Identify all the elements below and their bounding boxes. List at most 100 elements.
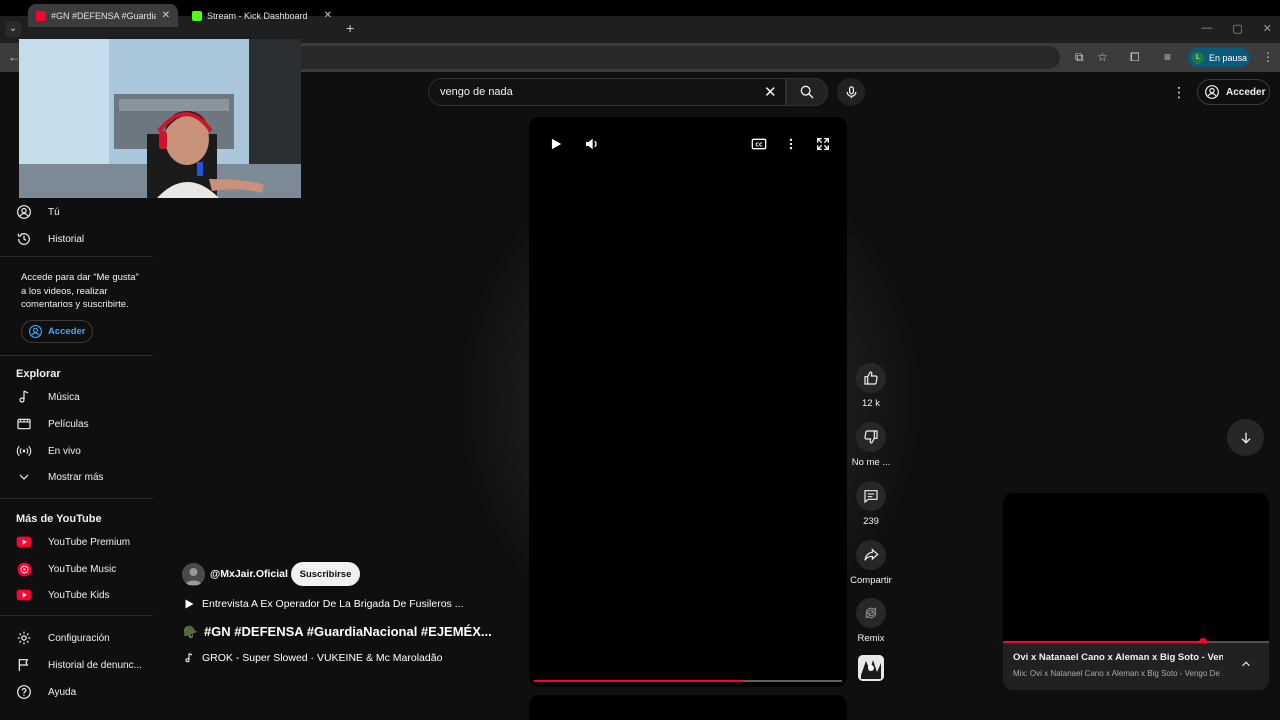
- voice-search-button[interactable]: [837, 78, 865, 106]
- remix-label: Remix: [857, 633, 885, 644]
- user-circle-icon: [1205, 85, 1219, 99]
- sidebar-item-movies[interactable]: Películas: [14, 412, 154, 436]
- webcam-feed-image: [19, 39, 301, 198]
- miniplayer-title[interactable]: Ovi x Natanael Cano x Aleman x Big Soto …: [1013, 652, 1223, 663]
- extensions-icon[interactable]: ⧠: [1130, 50, 1140, 65]
- sidebar-sign-in-button[interactable]: Acceder: [21, 320, 93, 343]
- sign-in-button[interactable]: Acceder: [1197, 79, 1270, 105]
- remix-icon: [865, 607, 877, 619]
- chevron-up-icon[interactable]: [1239, 657, 1253, 671]
- sidebar-item-music[interactable]: Música: [14, 385, 154, 409]
- miniplayer-subtitle: Mix: Ovi x Natanael Cano x Aleman x Big …: [1013, 669, 1223, 678]
- shorts-player[interactable]: CC: [529, 117, 847, 687]
- user-circle-icon: [29, 325, 42, 338]
- channel-avatar-image: [182, 563, 205, 586]
- sidebar-item-label: Películas: [48, 418, 89, 430]
- minimize-icon[interactable]: —: [1201, 22, 1212, 35]
- search-query: vengo de nada: [440, 86, 513, 98]
- more-options-icon[interactable]: [784, 136, 798, 152]
- explore-heading: Explorar: [16, 368, 61, 380]
- sidebar-item-help[interactable]: Ayuda: [14, 680, 154, 704]
- media-controls-icon[interactable]: ≡: [1164, 50, 1171, 64]
- miniplayer[interactable]: Ovi x Natanael Cano x Aleman x Big Soto …: [1003, 493, 1269, 690]
- sidebar-item-youtube-kids[interactable]: YouTube Kids: [14, 583, 154, 607]
- related-video-title: Entrevista A Ex Operador De La Brigada D…: [202, 598, 464, 610]
- flag-icon: [18, 659, 29, 671]
- microphone-icon: [846, 85, 856, 98]
- miniplayer-info: Ovi x Natanael Cano x Aleman x Big Soto …: [1003, 643, 1269, 690]
- maximize-icon[interactable]: ▢: [1232, 22, 1242, 35]
- sound-link[interactable]: GROK - Super Slowed · VUKEINE & Mc Marol…: [183, 652, 442, 664]
- sidebar-divider: [0, 355, 153, 356]
- share-button[interactable]: [856, 540, 886, 570]
- sound-thumbnail-image: [858, 655, 884, 681]
- sidebar-item-label: Mostrar más: [48, 471, 104, 483]
- more-from-youtube-heading: Más de YouTube: [16, 513, 102, 525]
- channel-name[interactable]: @MxJair.Oficial: [210, 568, 288, 580]
- tab-title: #GN #DEFENSA #GuardiaNacional: [51, 10, 156, 21]
- thumbs-down-icon: [864, 430, 878, 444]
- channel-avatar[interactable]: [182, 563, 205, 586]
- sidebar-item-label: YouTube Premium: [48, 536, 131, 548]
- dislike-button[interactable]: [856, 422, 886, 452]
- sidebar-item-youtube-music[interactable]: YouTube Music: [14, 557, 154, 581]
- youtube-music-icon: [17, 562, 31, 576]
- sidebar-item-label: YouTube Kids: [48, 589, 110, 601]
- new-tab-icon[interactable]: +: [346, 20, 354, 36]
- sidebar-item-label: Música: [48, 391, 80, 403]
- subscribe-button[interactable]: Suscribirse: [291, 562, 360, 586]
- related-video-link[interactable]: Entrevista A Ex Operador De La Brigada D…: [183, 598, 463, 610]
- dislike-label: No me ...: [851, 457, 891, 468]
- youtube-premium-icon: [16, 536, 32, 548]
- sidebar-item-settings[interactable]: Configuración: [14, 626, 154, 650]
- install-app-icon[interactable]: ⧉: [1075, 50, 1084, 65]
- film-icon: [17, 418, 31, 430]
- tab-youtube[interactable]: #GN #DEFENSA #GuardiaNacional ✕: [28, 4, 178, 27]
- tab-search-icon[interactable]: ⌄: [5, 21, 21, 37]
- svg-text:CC: CC: [755, 142, 763, 148]
- history-icon: [17, 233, 30, 245]
- next-short-button[interactable]: [1227, 419, 1264, 456]
- close-tab-icon[interactable]: ✕: [324, 10, 332, 21]
- browser-menu-icon[interactable]: ⋮: [1262, 50, 1274, 64]
- closed-captions-icon[interactable]: CC: [751, 136, 767, 152]
- sidebar-divider: [0, 498, 153, 499]
- sidebar-item-history[interactable]: Historial: [14, 227, 154, 251]
- window-controls: — ▢ ✕: [1201, 22, 1272, 35]
- sidebar-item-label: Configuración: [48, 632, 110, 644]
- like-button[interactable]: [856, 363, 886, 393]
- thumbs-up-icon: [864, 371, 878, 385]
- arrow-down-icon: [1241, 432, 1250, 444]
- comments-button[interactable]: [856, 481, 886, 511]
- sidebar-item-label: Tú: [48, 206, 60, 218]
- sign-in-label: Acceder: [1226, 86, 1266, 98]
- music-note-icon: [19, 390, 29, 403]
- close-tab-icon[interactable]: ✕: [162, 10, 170, 21]
- share-icon: [864, 548, 879, 561]
- sidebar-item-live[interactable]: En vivo: [14, 439, 154, 463]
- volume-icon[interactable]: [584, 136, 600, 152]
- short-title: 🪖 #GN #DEFENSA #GuardiaNacional #EJEMÉX.…: [183, 624, 492, 639]
- next-short-preview[interactable]: [529, 695, 847, 720]
- tab-kick-dashboard[interactable]: Stream - Kick Dashboard ✕: [184, 4, 340, 27]
- remix-button[interactable]: [856, 598, 886, 628]
- sidebar-item-report-history[interactable]: Historial de denunc...: [14, 653, 154, 677]
- close-window-icon[interactable]: ✕: [1263, 22, 1272, 35]
- live-icon: [16, 445, 32, 457]
- bookmark-star-icon[interactable]: ☆: [1097, 50, 1108, 64]
- fullscreen-icon[interactable]: [815, 136, 831, 152]
- sidebar-item-you[interactable]: Tú: [14, 200, 154, 224]
- sign-in-label: Acceder: [48, 326, 86, 337]
- clear-search-icon[interactable]: ✕: [764, 83, 777, 101]
- settings-menu-icon[interactable]: ⋮: [1172, 84, 1186, 101]
- music-note-icon: [185, 653, 193, 663]
- sidebar-item-youtube-premium[interactable]: YouTube Premium: [14, 530, 154, 554]
- sound-thumbnail[interactable]: [858, 655, 884, 681]
- sidebar-item-show-more[interactable]: Mostrar más: [14, 465, 154, 489]
- profile-button[interactable]: L En pausa: [1188, 48, 1250, 67]
- sidebar-divider: [0, 256, 153, 257]
- sidebar-item-label: Historial: [48, 233, 85, 245]
- search-button[interactable]: [786, 78, 828, 106]
- play-icon[interactable]: [549, 137, 563, 151]
- search-input[interactable]: vengo de nada: [428, 78, 786, 106]
